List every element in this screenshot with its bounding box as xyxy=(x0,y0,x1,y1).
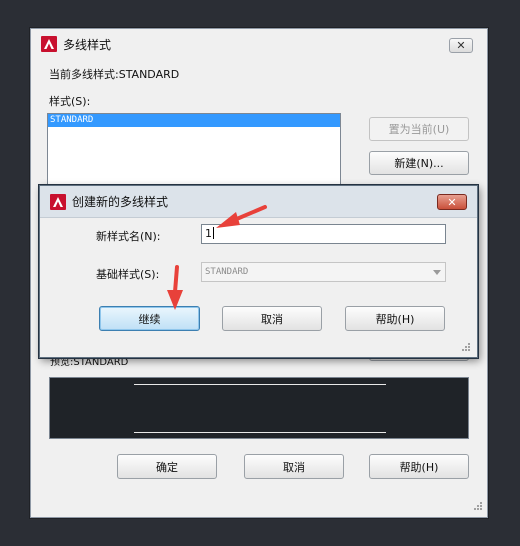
create-new-style-dialog: 创建新的多线样式 ✕ 新样式名(N): 1 基础样式(S): STANDARD … xyxy=(39,185,478,358)
help-button[interactable]: 帮助(H) xyxy=(369,454,469,479)
name-label: 新样式名(N): xyxy=(96,230,161,243)
inner-title: 创建新的多线样式 xyxy=(72,195,169,209)
set-current-button[interactable]: 置为当前(U) xyxy=(369,117,469,141)
current-style-label: 当前多线样式:STANDARD xyxy=(49,68,180,81)
name-value: 1 xyxy=(205,227,212,240)
base-style-label: 基础样式(S): xyxy=(96,268,160,281)
inner-help-button[interactable]: 帮助(H) xyxy=(345,306,445,331)
close-icon: ✕ xyxy=(447,195,457,209)
outer-titlebar: 多线样式 xyxy=(31,29,487,59)
text-caret xyxy=(213,227,214,239)
preview-pane xyxy=(49,377,469,439)
autocad-app-icon xyxy=(41,36,57,52)
styles-listbox[interactable]: STANDARD xyxy=(47,113,341,189)
ok-button[interactable]: 确定 xyxy=(117,454,217,479)
new-style-name-input[interactable]: 1 xyxy=(201,224,446,244)
cancel-button[interactable]: 取消 xyxy=(244,454,344,479)
close-icon: ✕ xyxy=(456,39,466,52)
base-style-select[interactable]: STANDARD xyxy=(201,262,446,282)
continue-button[interactable]: 继续 xyxy=(99,306,200,331)
preview-line-bottom xyxy=(134,432,386,433)
autocad-app-icon xyxy=(50,193,66,210)
close-button[interactable]: ✕ xyxy=(449,38,473,53)
outer-title: 多线样式 xyxy=(63,37,112,52)
resize-grip-icon[interactable] xyxy=(471,499,483,511)
inner-titlebar: 创建新的多线样式 xyxy=(40,186,477,218)
inner-close-button[interactable]: ✕ xyxy=(437,194,467,210)
new-button[interactable]: 新建(N)... xyxy=(369,151,469,175)
preview-line-top xyxy=(134,384,386,385)
base-style-value: STANDARD xyxy=(205,267,249,277)
styles-label: 样式(S): xyxy=(49,95,91,108)
inner-cancel-button[interactable]: 取消 xyxy=(222,306,322,331)
resize-grip-icon[interactable] xyxy=(459,340,471,352)
dropdown-arrow-icon xyxy=(433,270,441,275)
list-item[interactable]: STANDARD xyxy=(48,114,340,127)
